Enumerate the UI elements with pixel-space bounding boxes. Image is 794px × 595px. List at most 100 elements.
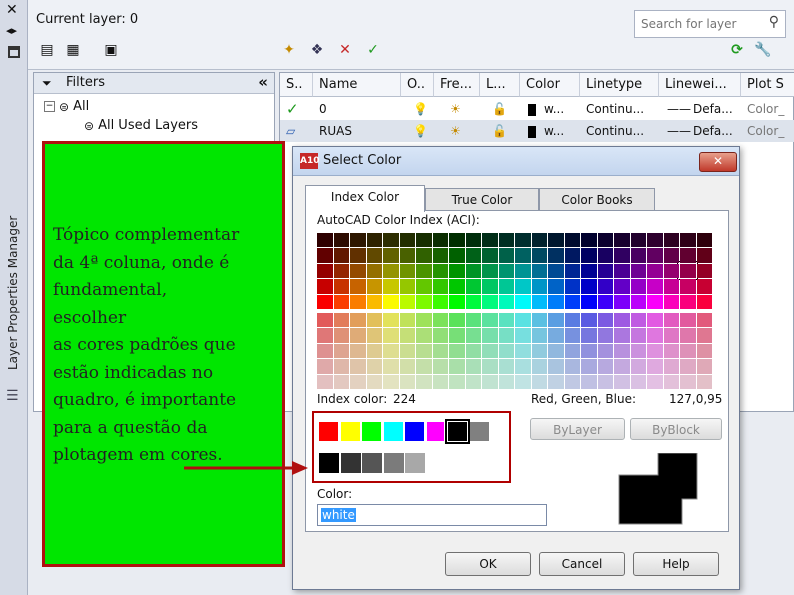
aci-color-cell[interactable]	[366, 233, 382, 248]
layer-linetype[interactable]: Continu...	[580, 120, 659, 142]
aci-color-cell[interactable]	[350, 374, 366, 389]
aci-color-cell[interactable]	[614, 313, 630, 328]
aci-color-cell[interactable]	[531, 279, 547, 294]
aci-color-cell[interactable]	[548, 328, 564, 343]
aci-color-cell[interactable]	[548, 233, 564, 248]
search-input[interactable]	[639, 12, 761, 36]
bulb-on-icon[interactable]: 💡	[407, 120, 432, 142]
aci-color-cell[interactable]	[432, 233, 448, 248]
aci-color-cell[interactable]	[680, 263, 696, 279]
aci-color-cell[interactable]	[647, 279, 663, 294]
aci-color-cell[interactable]	[383, 263, 399, 279]
aci-color-cell[interactable]	[548, 248, 564, 263]
aci-color-cell[interactable]	[399, 313, 415, 328]
aci-color-cell[interactable]	[663, 328, 679, 343]
aci-color-cell[interactable]	[630, 374, 646, 389]
aci-color-cell[interactable]	[696, 343, 712, 359]
aci-color-cell[interactable]	[465, 294, 481, 309]
aci-color-cell[interactable]	[531, 313, 547, 328]
column-header-on[interactable]: O..	[401, 73, 434, 97]
aci-color-cell[interactable]	[581, 263, 597, 279]
aci-color-cell[interactable]	[630, 359, 646, 374]
aci-color-cell[interactable]	[465, 374, 481, 389]
aci-color-cell[interactable]	[416, 374, 432, 389]
aci-color-cell[interactable]	[597, 359, 613, 374]
aci-color-cell[interactable]	[663, 359, 679, 374]
color-name-input[interactable]: white	[317, 504, 547, 526]
aci-color-cell[interactable]	[333, 233, 349, 248]
aci-color-cell[interactable]	[465, 359, 481, 374]
gray-color-cell[interactable]	[319, 453, 339, 473]
aci-color-cell[interactable]	[564, 294, 580, 309]
aci-color-cell[interactable]	[696, 263, 712, 279]
aci-color-cell[interactable]	[597, 294, 613, 309]
aci-color-cell[interactable]	[465, 263, 481, 279]
aci-color-cell[interactable]	[449, 279, 465, 294]
aci-color-cell[interactable]	[498, 248, 514, 263]
aci-color-cell[interactable]	[333, 248, 349, 263]
column-header-lineweight[interactable]: Linewei...	[659, 73, 741, 97]
aci-color-cell[interactable]	[399, 359, 415, 374]
aci-color-cell[interactable]	[416, 248, 432, 263]
layer-color-label[interactable]: w...	[538, 98, 580, 120]
aci-color-cell[interactable]	[531, 374, 547, 389]
aci-color-cell[interactable]	[663, 294, 679, 309]
aci-color-cell[interactable]	[614, 248, 630, 263]
aci-color-cell[interactable]	[350, 263, 366, 279]
aci-color-cell[interactable]	[597, 374, 613, 389]
aci-color-cell[interactable]	[482, 294, 498, 309]
aci-color-cell[interactable]	[498, 328, 514, 343]
aci-color-cell[interactable]	[581, 359, 597, 374]
aci-color-cell[interactable]	[383, 248, 399, 263]
aci-color-cell[interactable]	[581, 279, 597, 294]
aci-color-cell[interactable]	[366, 294, 382, 309]
aci-color-cell[interactable]	[614, 328, 630, 343]
aci-color-cell[interactable]	[515, 313, 531, 328]
aci-color-cell[interactable]	[647, 233, 663, 248]
aci-color-cell[interactable]	[416, 313, 432, 328]
aci-color-cell[interactable]	[531, 233, 547, 248]
aci-color-cell[interactable]	[564, 374, 580, 389]
column-header-color[interactable]: Color	[520, 73, 580, 97]
aci-color-cell[interactable]	[581, 374, 597, 389]
refresh-icon[interactable]: ⟳	[726, 40, 748, 60]
standard-color-cell[interactable]	[340, 422, 360, 441]
aci-color-cell[interactable]	[581, 233, 597, 248]
aci-color-cell[interactable]	[432, 313, 448, 328]
cancel-button[interactable]: Cancel	[539, 552, 625, 576]
aci-color-cell[interactable]	[449, 359, 465, 374]
aci-color-cell[interactable]	[581, 328, 597, 343]
standard-color-cell[interactable]	[383, 422, 403, 441]
aci-color-cell[interactable]	[465, 328, 481, 343]
aci-color-cell[interactable]	[399, 263, 415, 279]
aci-color-cell[interactable]	[581, 313, 597, 328]
bylayer-button[interactable]: ByLayer	[530, 418, 625, 440]
tree-item-all[interactable]: − ⊜ All	[44, 99, 89, 114]
aci-color-cell[interactable]	[531, 343, 547, 359]
aci-color-cell[interactable]	[317, 263, 333, 279]
standard-color-cell[interactable]	[319, 422, 338, 441]
column-header-plot-style[interactable]: Plot S	[741, 73, 794, 97]
aci-color-cell[interactable]	[614, 294, 630, 309]
aci-color-cell[interactable]	[647, 343, 663, 359]
aci-color-cell[interactable]	[482, 313, 498, 328]
aci-color-cell[interactable]	[416, 294, 432, 309]
gray-color-cell[interactable]	[340, 453, 361, 473]
aci-color-cell[interactable]	[647, 359, 663, 374]
aci-color-cell[interactable]	[564, 313, 580, 328]
aci-color-cell[interactable]	[432, 248, 448, 263]
aci-color-cell[interactable]	[548, 313, 564, 328]
aci-color-cell[interactable]	[317, 343, 333, 359]
aci-color-cell[interactable]	[680, 359, 696, 374]
aci-color-cell[interactable]	[465, 343, 481, 359]
new-property-filter-icon[interactable]: ▤	[36, 40, 58, 60]
aci-color-cell[interactable]	[432, 263, 448, 279]
aci-color-cell[interactable]	[515, 263, 531, 279]
column-header-status[interactable]: S..	[280, 73, 313, 97]
aci-color-cell[interactable]	[581, 343, 597, 359]
aci-color-cell[interactable]	[317, 328, 333, 343]
aci-color-cell[interactable]	[630, 248, 646, 263]
aci-color-cell[interactable]	[680, 294, 696, 309]
aci-color-cell[interactable]	[680, 279, 696, 294]
aci-color-cell[interactable]	[498, 294, 514, 309]
